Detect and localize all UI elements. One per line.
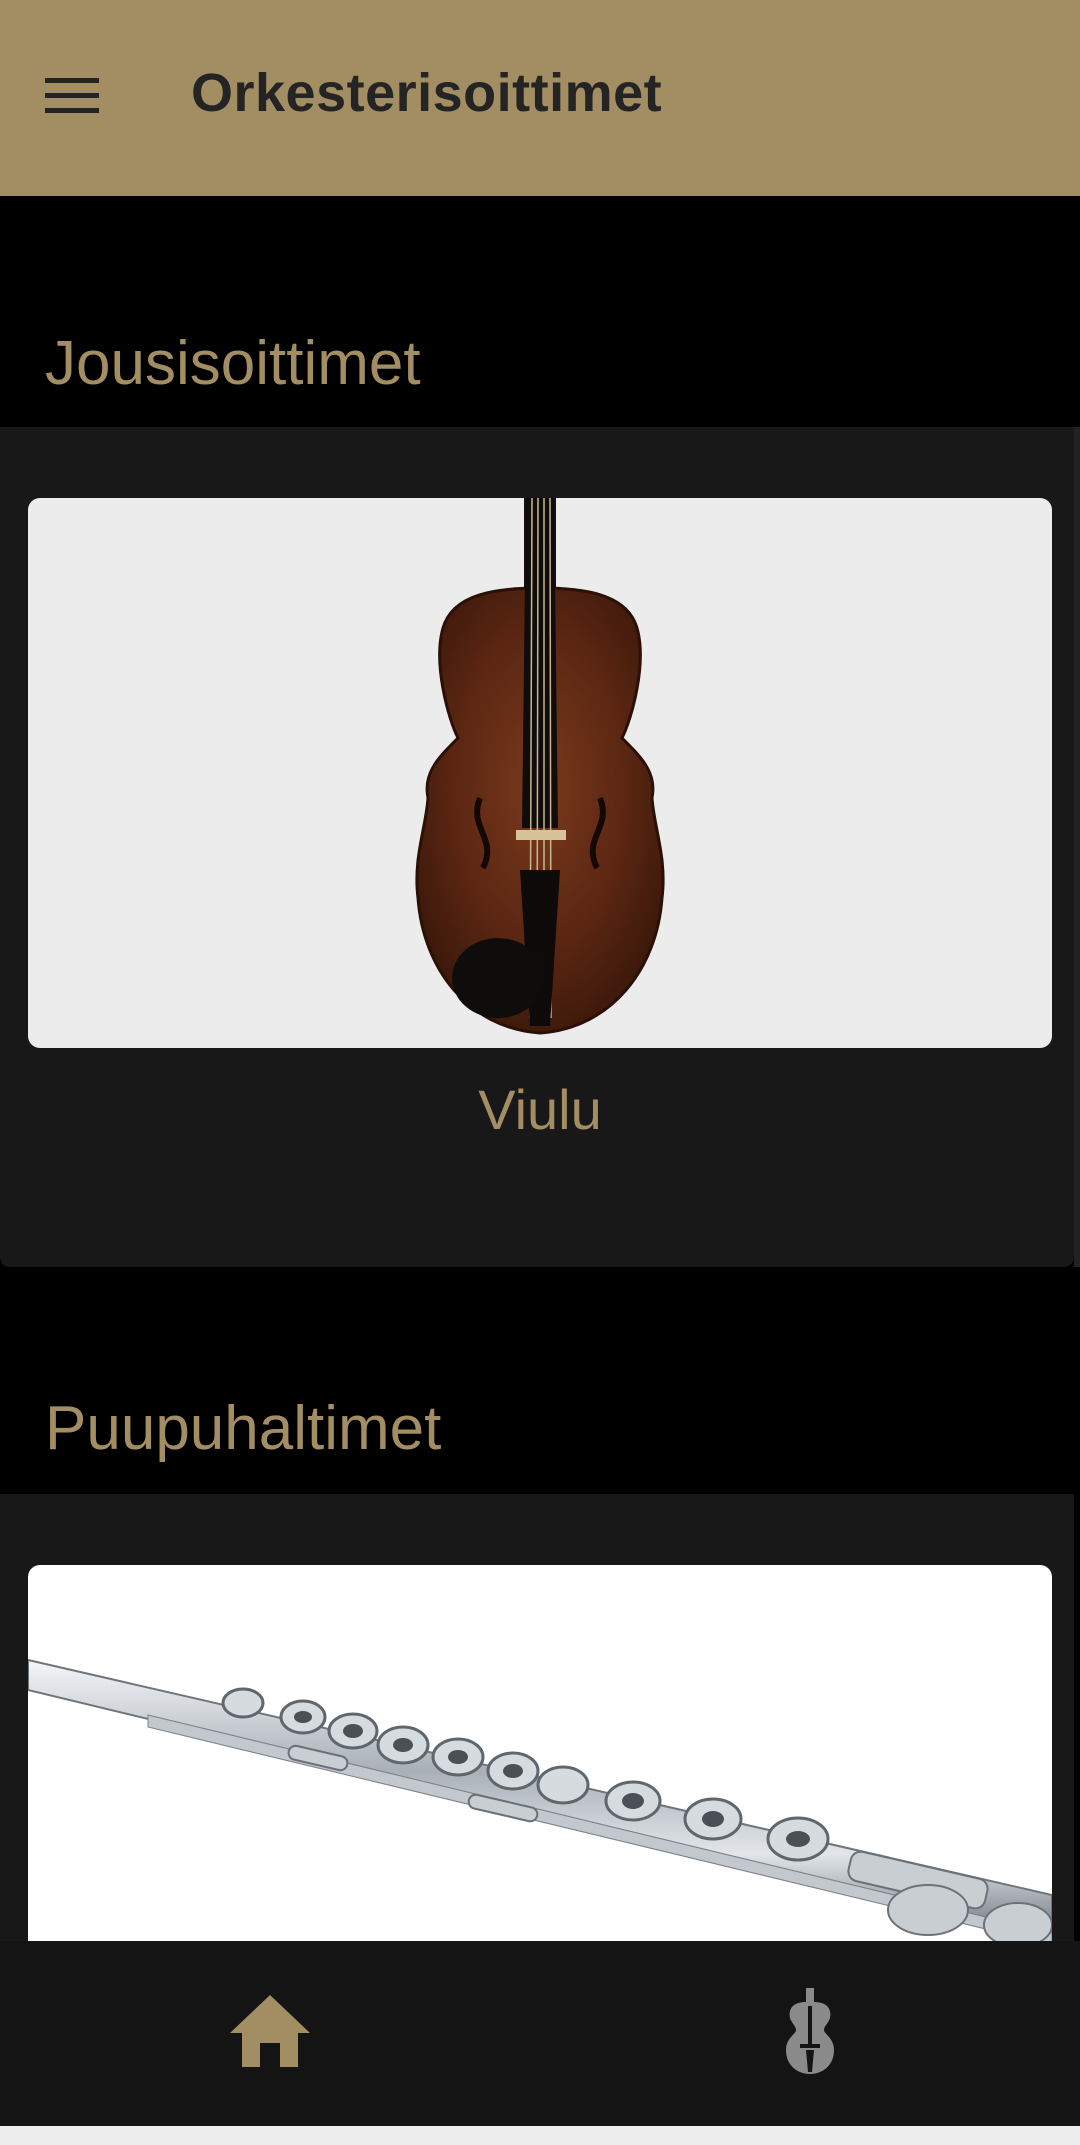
violin-icon — [786, 1988, 834, 2074]
section-header-woodwinds-bg: Puupuhaltimet — [0, 1267, 1080, 1494]
system-navigation-strip — [0, 2126, 1080, 2145]
menu-button[interactable] — [36, 60, 108, 132]
menu-icon — [45, 78, 99, 113]
section-panel-woodwinds — [0, 1494, 1074, 1941]
bottom-navigation — [0, 1941, 1080, 2126]
violin-card-image[interactable] — [28, 498, 1052, 1048]
app-title: Orkesterisoittimet — [191, 63, 663, 123]
nav-instruments[interactable] — [750, 1981, 870, 2081]
section-title: Puupuhaltimet — [45, 1394, 442, 1463]
scrollbar — [1074, 427, 1080, 1267]
section-header-strings: Jousisoittimet — [0, 196, 1080, 427]
app-bar: Orkesterisoittimet — [0, 0, 1080, 196]
home-icon — [230, 1995, 310, 2067]
section-panel-strings: Viulu — [0, 427, 1074, 1267]
flute-card-image[interactable] — [28, 1565, 1052, 1941]
instrument-list[interactable]: Jousisoittimet Viulu Puupuhaltimet — [0, 196, 1080, 1941]
section-title: Jousisoittimet — [45, 329, 421, 398]
flute-image — [28, 1658, 1052, 1941]
nav-home[interactable] — [210, 1981, 330, 2081]
violin-image — [415, 498, 665, 1035]
card-label[interactable]: Viulu — [0, 1077, 1080, 1142]
